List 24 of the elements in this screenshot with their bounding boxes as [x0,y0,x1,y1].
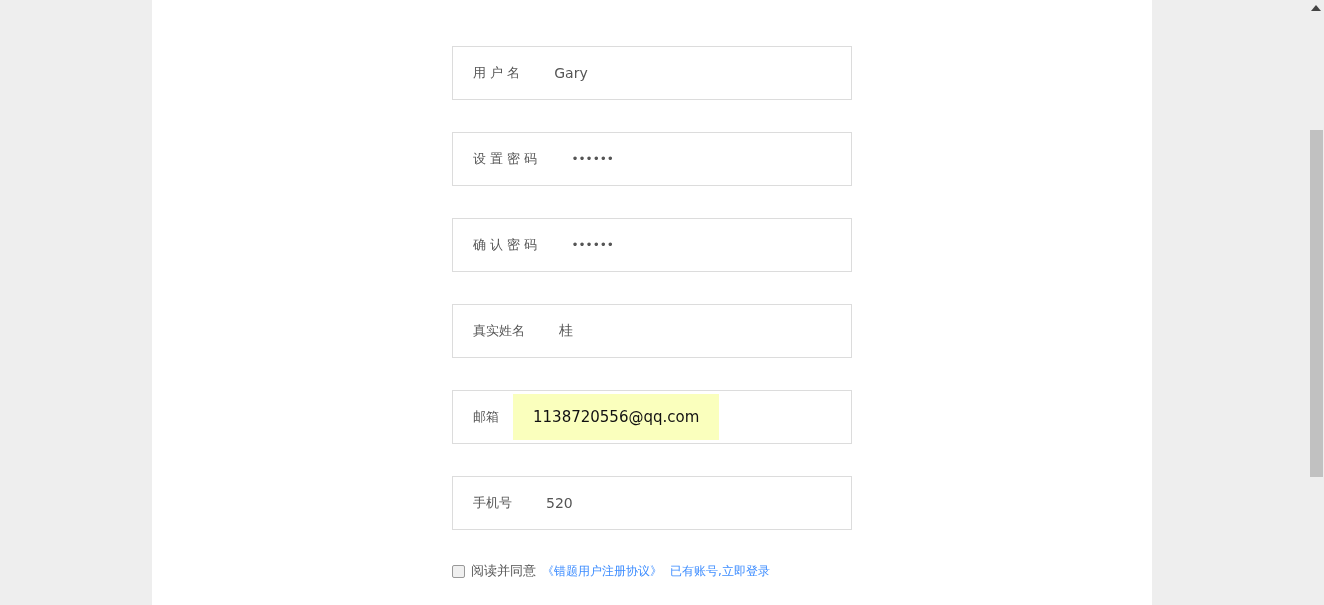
login-link[interactable]: 已有账号,立即登录 [670,562,770,580]
field-value: •••••• [570,237,615,254]
field-label: 用 户 名 [473,64,521,82]
input-field[interactable]: 手机号 520 [452,476,852,530]
up-arrow-icon[interactable] [1311,5,1321,11]
input-field[interactable]: 邮箱 1138720556@qq.com [452,390,852,444]
field-value: 520 [545,494,574,513]
field-label: 邮箱 [473,408,499,426]
input-field[interactable]: 设 置 密 码 •••••• [452,132,852,186]
field-value: 桂 [558,321,574,340]
field-label: 设 置 密 码 [473,150,538,168]
scrollbar-thumb[interactable] [1310,130,1323,477]
checkbox[interactable] [452,564,465,578]
field-value: •••••• [570,151,615,168]
field-label: 手机号 [473,494,512,512]
input-field[interactable]: 用 户 名 Gary [452,46,852,100]
field-value: Gary [553,64,589,83]
input-field[interactable]: 确 认 密 码 •••••• [452,218,852,272]
agree-text: 阅读并同意 [471,562,536,580]
field-value: 1138720556@qq.com [513,394,720,440]
field-label: 确 认 密 码 [473,236,538,254]
field-label: 真实姓名 [473,322,525,340]
input-field[interactable]: 真实姓名 桂 [452,304,852,358]
agreement-link[interactable]: 《错题用户注册协议》 [542,562,662,580]
